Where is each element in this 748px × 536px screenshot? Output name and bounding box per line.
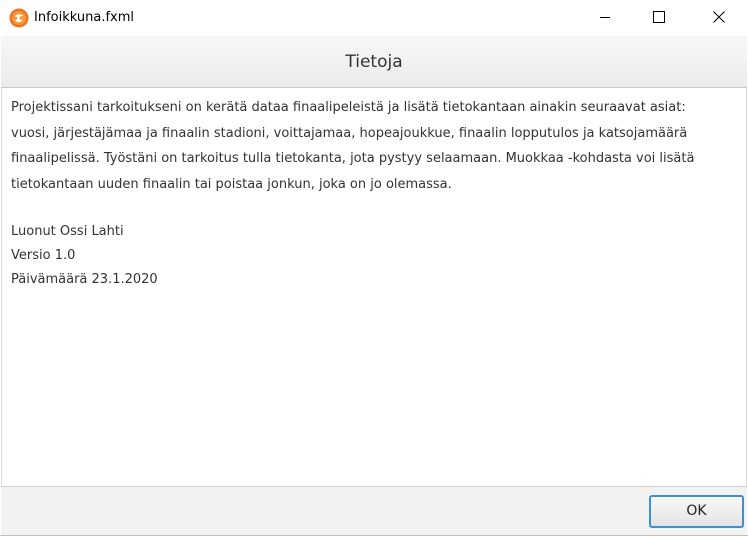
ok-button[interactable]: OK	[649, 495, 744, 528]
content-area: Projektissani tarkoitukseni on kerätä da…	[1, 88, 747, 486]
date-text: Päivämäärä 23.1.2020	[11, 272, 158, 287]
minimize-icon	[599, 11, 611, 23]
page-title: Tietoja	[345, 52, 403, 72]
description-paragraph: Projektissani tarkoitukseni on kerätä da…	[11, 95, 739, 197]
author-text: Luonut Ossi Lahti	[11, 224, 124, 239]
minimize-button[interactable]	[582, 0, 628, 34]
version-text: Versio 1.0	[11, 248, 76, 263]
info-lines: Luonut Ossi Lahti Versio 1.0 Päivämäärä …	[11, 220, 158, 292]
description-line: tietokantaan uuden finaalin tai poistaa …	[11, 176, 452, 192]
close-button[interactable]	[696, 0, 742, 34]
window-title: Infoikkuna.fxml	[34, 10, 134, 25]
title-bar[interactable]: Infoikkuna.fxml	[0, 0, 748, 36]
app-logo-icon	[9, 8, 29, 28]
description-line: Projektissani tarkoitukseni on kerätä da…	[11, 100, 686, 115]
dialog-footer: OK	[1, 486, 747, 536]
info-dialog-window: Infoikkuna.fxml Tietoja Projektissani ta…	[0, 0, 748, 536]
description-line: vuosi, järjestäjämaa ja finaalin stadion…	[11, 125, 688, 141]
dialog-header: Tietoja	[1, 36, 747, 88]
close-icon	[713, 11, 725, 23]
description-line: finaalipelissä. Työstäni on tarkoitus tu…	[11, 151, 695, 166]
maximize-icon	[653, 11, 665, 23]
maximize-button[interactable]	[636, 0, 682, 34]
